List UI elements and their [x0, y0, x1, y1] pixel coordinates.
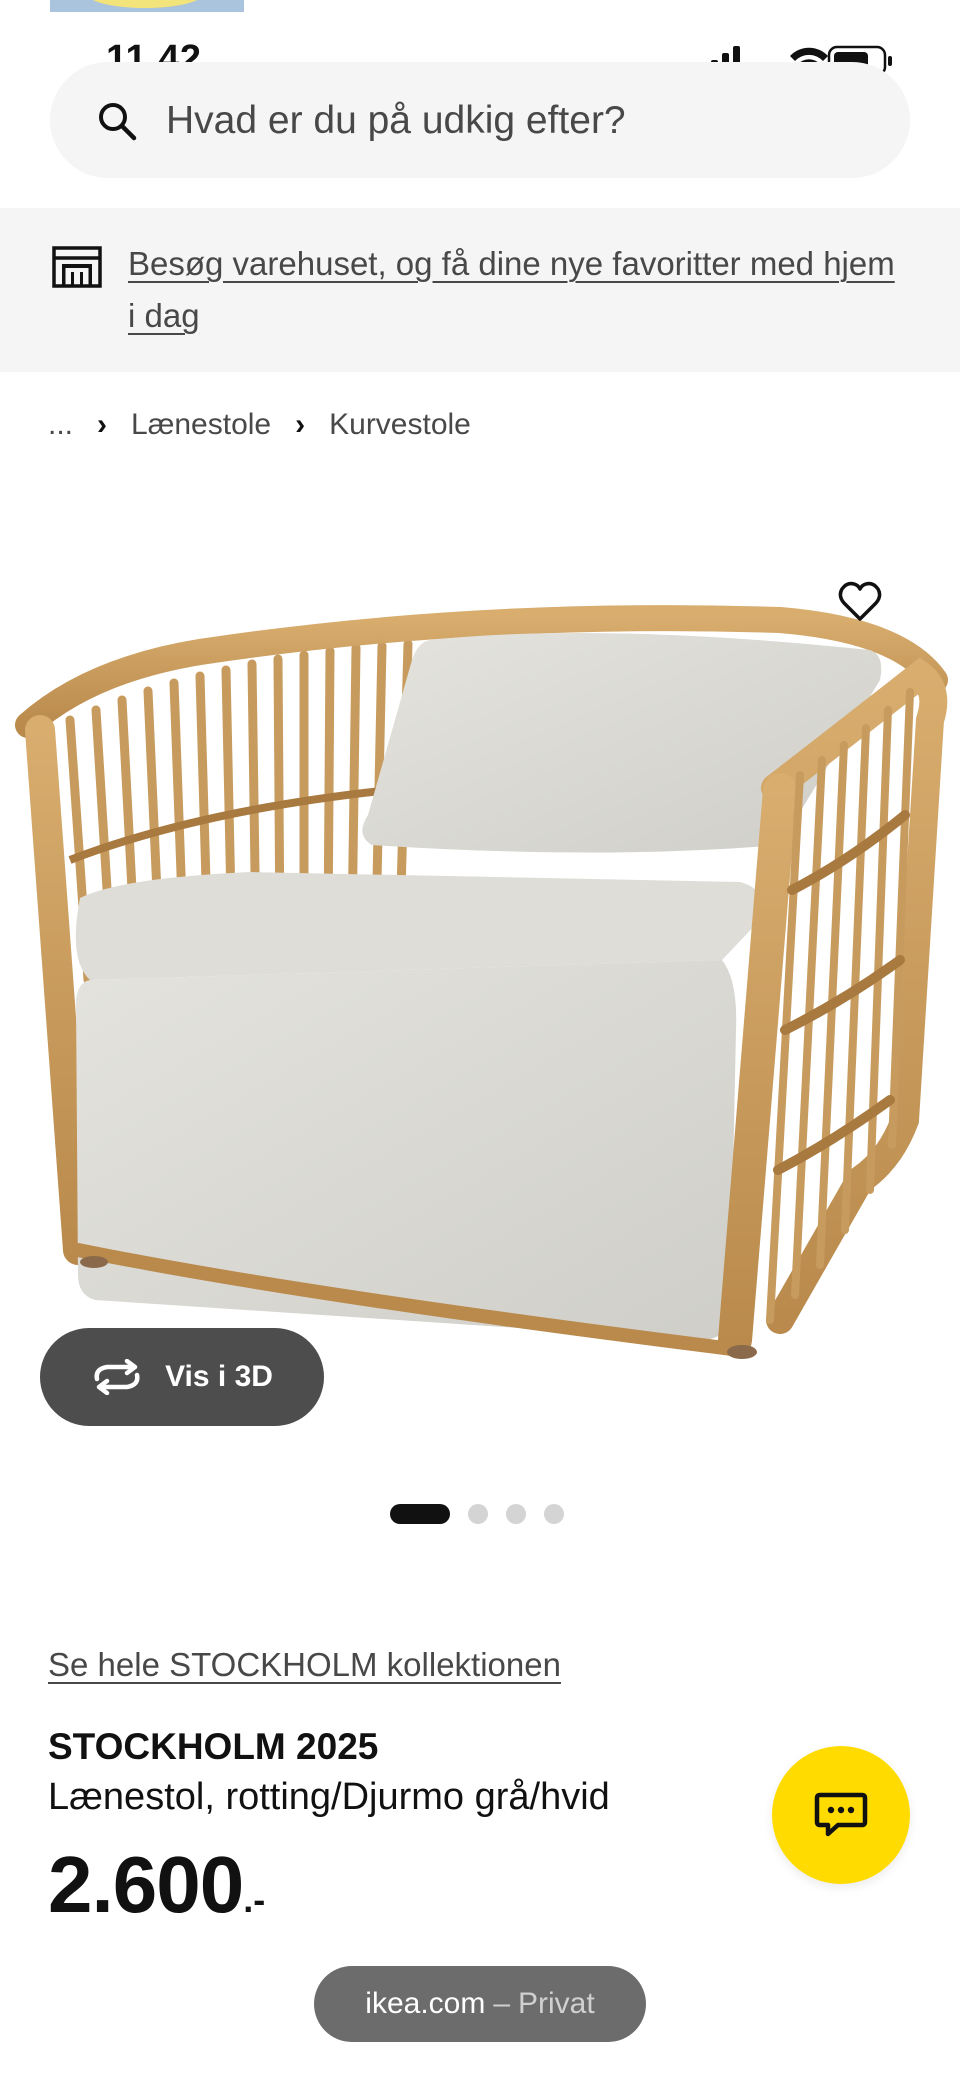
url-separator: – [493, 1987, 511, 2020]
search-input[interactable] [166, 96, 866, 146]
store-visit-link[interactable]: Besøg varehuset, og få dine nye favoritt… [128, 238, 908, 342]
product-description: Lænestol, rotting/Djurmo grå/hvid [48, 1776, 610, 1818]
browser-url-bar[interactable]: ikea.com – Privat [314, 1966, 646, 2042]
view-3d-label: Vis i 3D [165, 1360, 273, 1393]
pagination-dot[interactable] [468, 1504, 488, 1524]
url-domain: ikea.com [365, 1987, 486, 2020]
breadcrumb: ... › Lænestole › Kurvestole [48, 400, 471, 450]
pagination-dot[interactable] [506, 1504, 526, 1524]
product-image[interactable] [0, 560, 960, 1420]
price-integer: 2.600 [48, 1840, 244, 1929]
product-name: STOCKHOLM 2025 [48, 1726, 379, 1767]
product-price: 2.600 .- [48, 1840, 265, 1930]
chat-icon [814, 1792, 868, 1837]
store-icon [52, 246, 102, 288]
top-thumbnail [50, 0, 244, 12]
chevron-right-icon: › [295, 408, 306, 441]
breadcrumb-ellipsis[interactable]: ... [48, 408, 73, 442]
search-icon[interactable] [96, 100, 138, 142]
gallery-pagination [390, 1504, 564, 1524]
chat-button[interactable] [772, 1746, 910, 1884]
price-suffix: .- [243, 1879, 266, 1920]
private-mode-label: Privat [518, 1987, 595, 2020]
breadcrumb-kurvestole[interactable]: Kurvestole [329, 408, 471, 442]
heart-icon[interactable] [836, 578, 884, 626]
breadcrumb-laenestole[interactable]: Lænestole [131, 408, 271, 442]
chevron-right-icon: › [97, 408, 108, 441]
collection-link[interactable]: Se hele STOCKHOLM kollektionen [48, 1646, 561, 1684]
pagination-dot[interactable] [544, 1504, 564, 1524]
rotate-3d-icon [94, 1359, 140, 1395]
pagination-dot-active[interactable] [390, 1504, 450, 1524]
view-3d-button[interactable]: Vis i 3D [40, 1328, 324, 1426]
